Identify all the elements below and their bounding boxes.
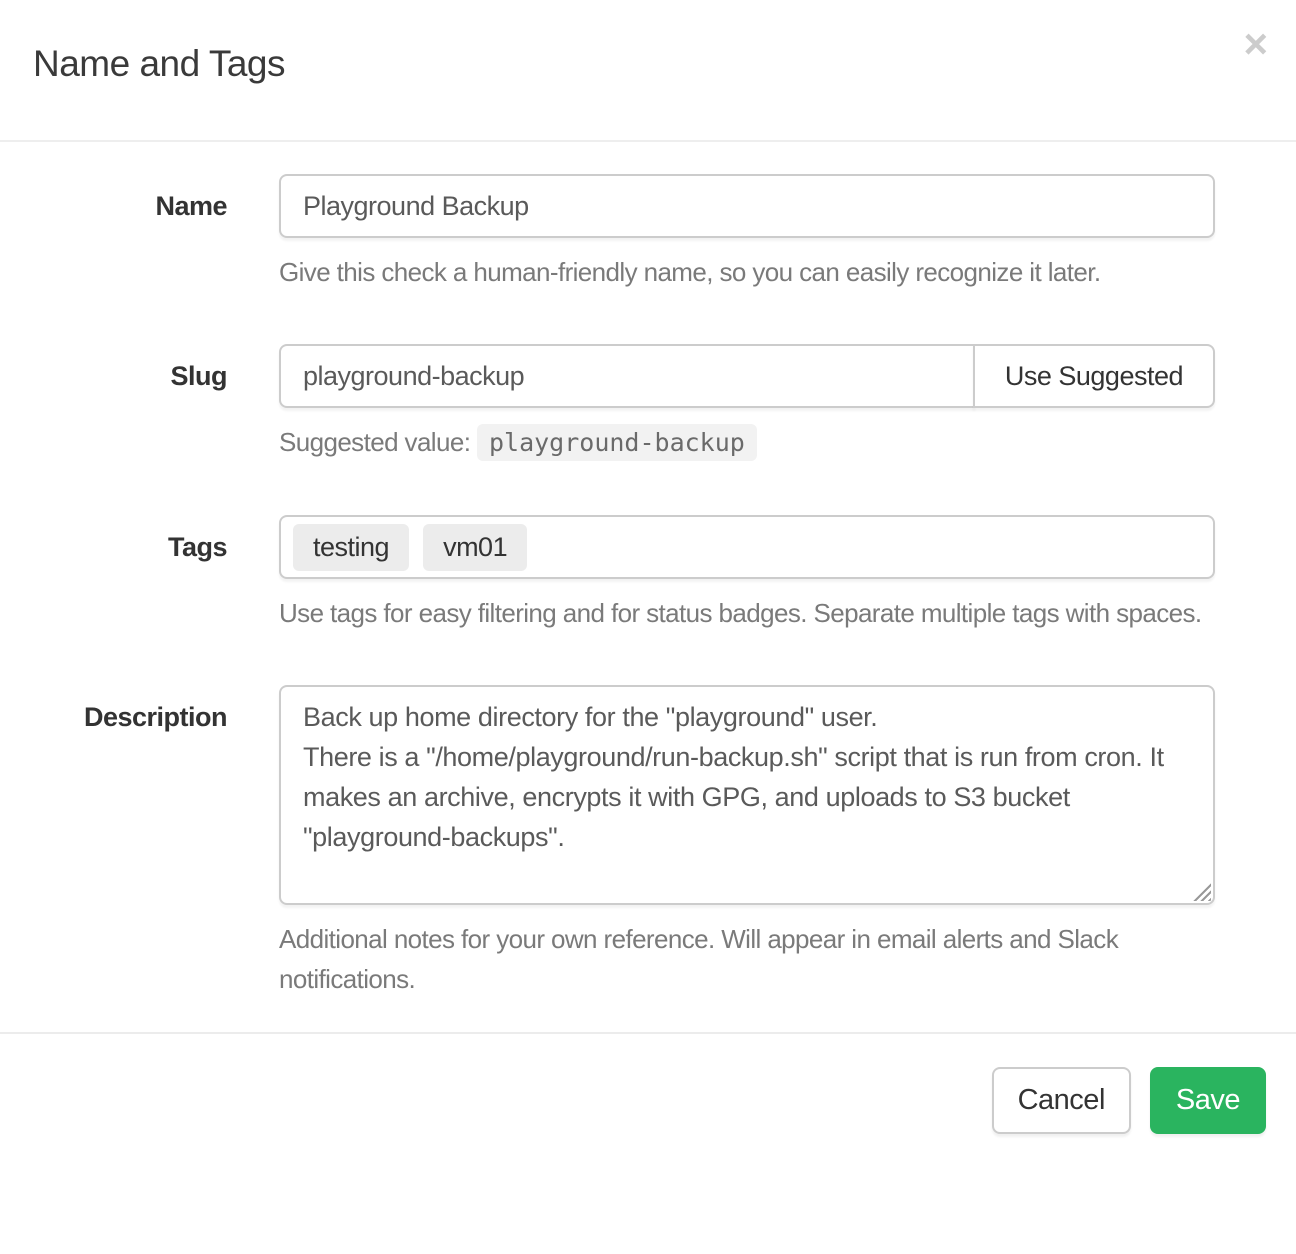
name-field-group: Name Give this check a human-friendly na… xyxy=(40,174,1256,292)
name-help-text: Give this check a human-friendly name, s… xyxy=(279,252,1215,292)
tag-pill[interactable]: testing xyxy=(293,524,409,571)
tag-pill[interactable]: vm01 xyxy=(423,524,527,571)
name-input[interactable] xyxy=(279,174,1215,238)
save-button[interactable]: Save xyxy=(1150,1067,1266,1134)
name-label: Name xyxy=(40,174,227,222)
tags-label: Tags xyxy=(40,515,227,563)
tags-field-group: Tags testing vm01 Use tags for easy filt… xyxy=(40,515,1256,633)
description-textarea[interactable]: Back up home directory for the "playgrou… xyxy=(279,685,1215,905)
modal-header: Name and Tags × xyxy=(0,0,1296,142)
slug-help-text: Suggested value: playground-backup xyxy=(279,422,1215,463)
slug-label: Slug xyxy=(40,344,227,392)
cancel-button[interactable]: Cancel xyxy=(992,1067,1131,1134)
description-field-group: Description Back up home directory for t… xyxy=(40,685,1256,999)
suggested-value-chip: playground-backup xyxy=(477,424,757,461)
close-icon[interactable]: × xyxy=(1243,26,1268,62)
description-label: Description xyxy=(40,685,227,733)
slug-field-group: Slug Use Suggested Suggested value: play… xyxy=(40,344,1256,463)
tags-input[interactable]: testing vm01 xyxy=(279,515,1215,579)
suggested-value-prefix: Suggested value: xyxy=(279,427,470,457)
use-suggested-button[interactable]: Use Suggested xyxy=(973,344,1215,408)
tags-help-text: Use tags for easy filtering and for stat… xyxy=(279,593,1215,633)
modal-title: Name and Tags xyxy=(33,44,1256,84)
modal-footer: Cancel Save xyxy=(0,1032,1296,1164)
description-help-text: Additional notes for your own reference.… xyxy=(279,919,1215,999)
modal-body: Name Give this check a human-friendly na… xyxy=(0,142,1296,1032)
slug-input[interactable] xyxy=(279,344,975,408)
